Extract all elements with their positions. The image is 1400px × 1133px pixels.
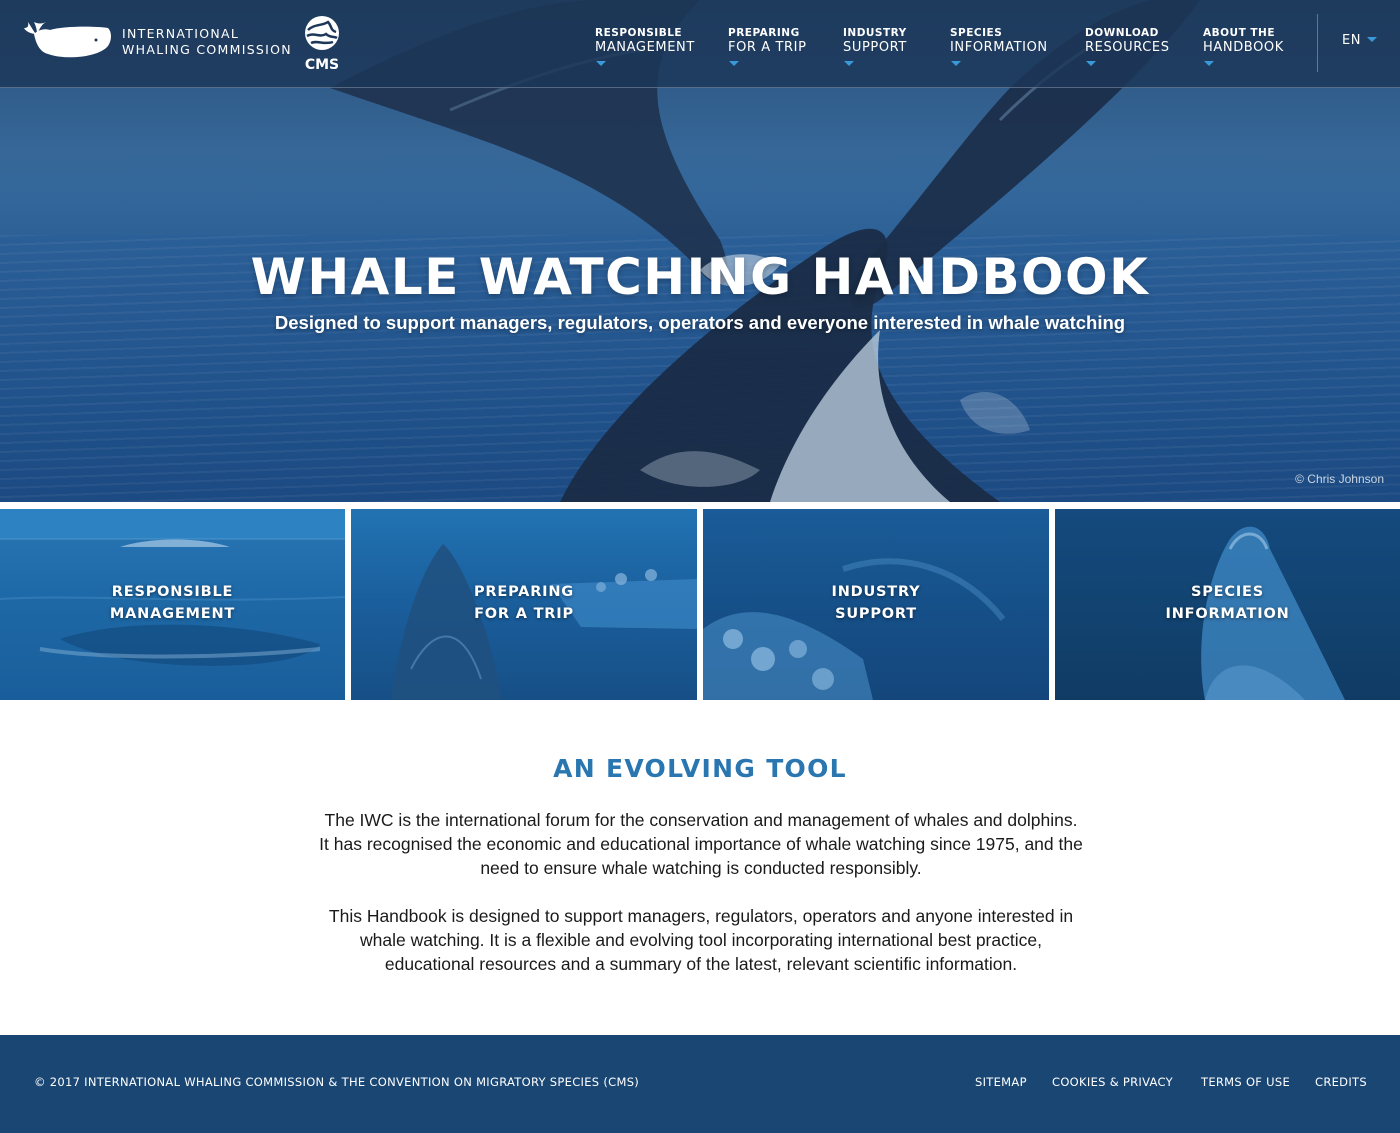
language-label: EN [1342, 33, 1361, 48]
footer-link-terms-of-use[interactable]: TERMS OF USE [1201, 1075, 1290, 1089]
tile-species-information[interactable]: SPECIES INFORMATION [1055, 509, 1400, 700]
nav-industry-support[interactable]: INDUSTRY SUPPORT [843, 27, 907, 66]
logo-line-1: INTERNATIONAL [122, 26, 240, 41]
nav-preparing-for-a-trip[interactable]: PREPARING FOR A TRIP [728, 27, 807, 66]
tile-label-line-1: RESPONSIBLE [111, 584, 234, 600]
intro-paragraph-2: This Handbook is designed to support man… [328, 906, 1074, 974]
nav-label-big: INFORMATION [950, 40, 1048, 55]
tile-responsible-management[interactable]: RESPONSIBLE MANAGEMENT [0, 509, 345, 700]
hero-title: WHALE WATCHING HANDBOOK [250, 248, 1150, 306]
tile-label-line-2: SUPPORT [835, 606, 917, 622]
logo-line-2: WHALING COMMISSION [122, 41, 292, 57]
tile-label: SPECIES INFORMATION [1055, 581, 1400, 625]
section-title: AN EVOLVING TOOL [553, 754, 847, 783]
whale-logo-icon[interactable] [24, 18, 112, 60]
nav-species-information[interactable]: SPECIES INFORMATION [950, 27, 1048, 66]
iwc-logo-text[interactable]: INTERNATIONAL WHALING COMMISSION [122, 26, 292, 57]
footer-link-sitemap[interactable]: SITEMAP [975, 1075, 1027, 1089]
caret-down-icon [596, 61, 606, 66]
nav-label-small: DOWNLOAD [1085, 27, 1159, 39]
photo-credit: © Chris Johnson [1295, 472, 1384, 486]
tile-label-line-1: INDUSTRY [831, 584, 921, 600]
nav-label-small: ABOUT THE [1203, 27, 1276, 39]
nav-label-small: INDUSTRY [843, 27, 907, 39]
caret-down-icon [1366, 37, 1377, 42]
tile-label-line-1: PREPARING [473, 584, 574, 600]
nav-divider [1317, 14, 1318, 72]
tile-preparing-for-a-trip[interactable]: PREPARING FOR A TRIP [351, 509, 697, 700]
cms-logo[interactable]: CMS [300, 14, 344, 73]
tile-label: INDUSTRY SUPPORT [703, 581, 1049, 625]
tile-label-line-1: SPECIES [1191, 584, 1264, 600]
tile-label-line-2: INFORMATION [1165, 606, 1290, 622]
nav-label-small: RESPONSIBLE [595, 27, 683, 39]
site-header: INTERNATIONAL WHALING COMMISSION CMS RES… [0, 0, 1400, 88]
hero-subtitle: Designed to support managers, regulators… [274, 312, 1126, 333]
tile-label-line-2: FOR A TRIP [474, 606, 574, 622]
caret-down-icon [951, 61, 961, 66]
caret-down-icon [1086, 61, 1096, 66]
tile-label: RESPONSIBLE MANAGEMENT [0, 581, 345, 625]
language-selector[interactable]: EN [1342, 33, 1377, 48]
nav-responsible-management[interactable]: RESPONSIBLE MANAGEMENT [595, 27, 695, 66]
cms-label: CMS [304, 57, 340, 73]
footer-link-cookies-privacy[interactable]: COOKIES & PRIVACY [1052, 1075, 1173, 1089]
caret-down-icon [729, 61, 739, 66]
nav-label-big: MANAGEMENT [595, 40, 695, 55]
caret-down-icon [1204, 61, 1214, 66]
intro-paragraph-1: The IWC is the international forum for t… [319, 810, 1083, 878]
nav-download-resources[interactable]: DOWNLOAD RESOURCES [1085, 27, 1170, 66]
footer-link-credits[interactable]: CREDITS [1315, 1075, 1367, 1089]
tile-industry-support[interactable]: INDUSTRY SUPPORT [703, 509, 1049, 700]
footer-copyright: © 2017 INTERNATIONAL WHALING COMMISSION … [34, 1075, 640, 1089]
nav-label-big: SUPPORT [843, 40, 907, 55]
nav-label-small: SPECIES [950, 27, 1003, 39]
cms-globe-icon [305, 16, 339, 50]
nav-label-big: FOR A TRIP [728, 40, 807, 55]
nav-label-big: RESOURCES [1085, 40, 1170, 55]
nav-label-big: HANDBOOK [1203, 40, 1284, 55]
site-footer: © 2017 INTERNATIONAL WHALING COMMISSION … [0, 1035, 1400, 1133]
caret-down-icon [844, 61, 854, 66]
tile-label: PREPARING FOR A TRIP [351, 581, 697, 625]
tile-label-line-2: MANAGEMENT [109, 606, 236, 622]
section-tiles: RESPONSIBLE MANAGEMENT PREPARING FOR A T… [0, 509, 1400, 700]
nav-about-the-handbook[interactable]: ABOUT THE HANDBOOK [1203, 27, 1284, 66]
nav-label-small: PREPARING [728, 27, 800, 39]
